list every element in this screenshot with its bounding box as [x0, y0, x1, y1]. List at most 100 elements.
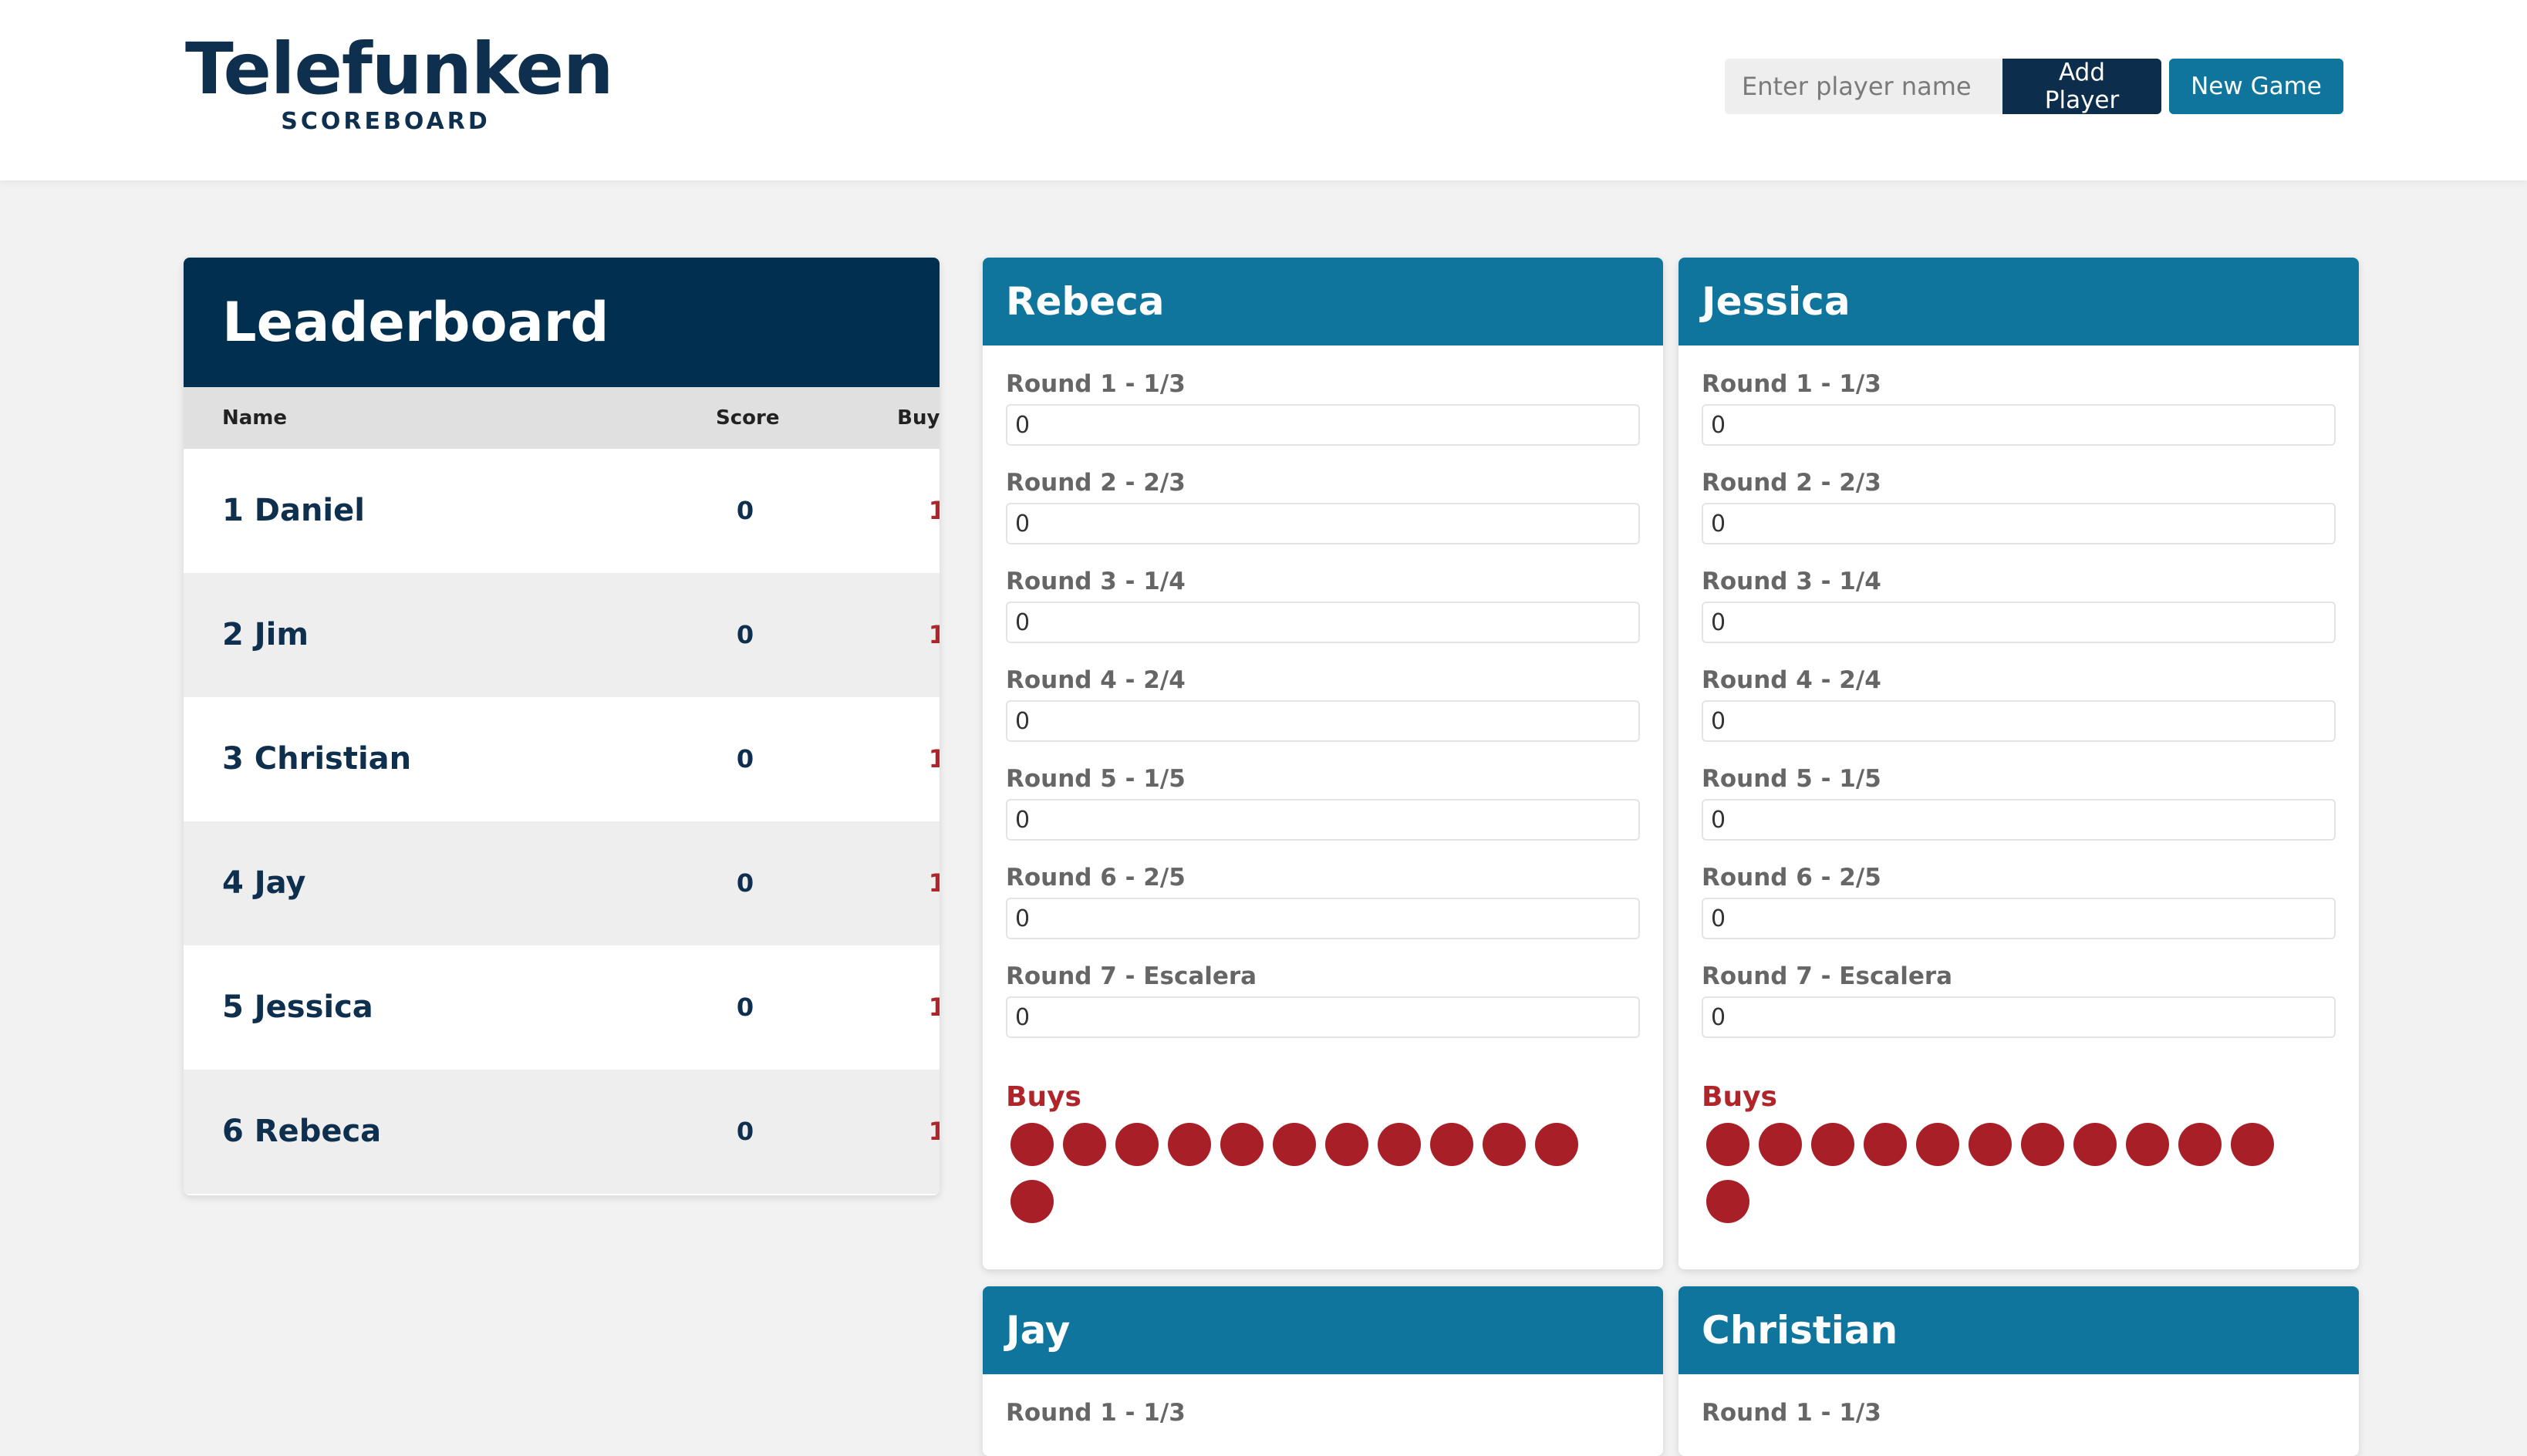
buy-token[interactable] — [1378, 1123, 1421, 1166]
buy-token[interactable] — [1969, 1123, 2012, 1166]
add-player-button[interactable]: Add Player — [2002, 59, 2161, 114]
player-card-name: Jessica — [1702, 279, 1851, 324]
buy-token[interactable] — [1706, 1180, 1749, 1223]
buy-token[interactable] — [1706, 1123, 1749, 1166]
buy-token[interactable] — [1273, 1123, 1316, 1166]
round-label: Round 5 - 1/5 — [1006, 765, 1186, 793]
buys-tokens — [1702, 1123, 2323, 1237]
round-field: Round 3 - 1/4 — [1702, 566, 2336, 665]
round-label: Round 2 - 2/3 — [1702, 469, 1881, 497]
buy-token[interactable] — [1325, 1123, 1368, 1166]
round-score-input[interactable] — [1702, 898, 2336, 939]
buys-tokens — [1006, 1123, 1628, 1237]
buy-token[interactable] — [1063, 1123, 1106, 1166]
round-label: Round 4 - 2/4 — [1702, 666, 1881, 694]
round-label: Round 4 - 2/4 — [1006, 666, 1186, 694]
buy-token[interactable] — [1483, 1123, 1526, 1166]
player-card-header: Rebeca — [983, 258, 1663, 345]
round-label: Round 3 - 1/4 — [1006, 568, 1186, 595]
buy-token[interactable] — [1220, 1123, 1264, 1166]
buy-token[interactable] — [1010, 1180, 1054, 1223]
leaderboard-row: 3 Christian012 — [184, 697, 940, 821]
buy-token[interactable] — [1811, 1123, 1854, 1166]
leaderboard-panel: Leaderboard Name Score Buys Left 1 Danie… — [184, 258, 940, 1195]
round-score-input[interactable] — [1006, 404, 1640, 446]
round-label: Round 1 - 1/3 — [1006, 370, 1186, 398]
leaderboard-title: Leaderboard — [222, 291, 609, 354]
player-card-header: Jay — [983, 1286, 1663, 1374]
buy-token[interactable] — [1430, 1123, 1473, 1166]
round-label: Round 7 - Escalera — [1006, 962, 1257, 990]
player-card-body: Round 1 - 1/3 — [1678, 1374, 2359, 1428]
buys-label: Buys — [1702, 1081, 1777, 1113]
leaderboard-row: 4 Jay012 — [184, 821, 940, 945]
player-card-header: Christian — [1678, 1286, 2359, 1374]
round-score-input[interactable] — [1702, 602, 2336, 643]
leaderboard-buys-left: 12 — [928, 744, 940, 774]
buy-token[interactable] — [1864, 1123, 1907, 1166]
round-score-input[interactable] — [1006, 602, 1640, 643]
leaderboard-buys-left: 12 — [928, 496, 940, 525]
round-score-input[interactable] — [1702, 700, 2336, 742]
round-score-input[interactable] — [1006, 898, 1640, 939]
player-card-body: Round 1 - 1/3 Round 2 - 2/3 Round 3 - 1/4 R… — [1678, 345, 2359, 1237]
player-card-name: Jay — [1006, 1308, 1071, 1353]
round-field: Round 2 - 2/3 — [1006, 467, 1640, 566]
column-header-name: Name — [222, 406, 288, 430]
round-label: Round 7 - Escalera — [1702, 962, 1953, 990]
round-score-input[interactable] — [1702, 503, 2336, 544]
round-score-input[interactable] — [1702, 799, 2336, 841]
buy-token[interactable] — [2231, 1123, 2274, 1166]
buy-token[interactable] — [1759, 1123, 1802, 1166]
leaderboard-row: 1 Daniel012 — [184, 449, 940, 573]
buy-token[interactable] — [2178, 1123, 2222, 1166]
column-header-buys-left: Buys Left — [897, 406, 940, 430]
player-card-body: Round 1 - 1/3 — [983, 1374, 1663, 1428]
buy-token[interactable] — [1115, 1123, 1159, 1166]
buy-token[interactable] — [1535, 1123, 1578, 1166]
app-header: Telefunken SCOREBOARD Add Player New Gam… — [0, 0, 2527, 180]
leaderboard-rows: 1 Daniel0122 Jim0123 Christian0124 Jay01… — [184, 449, 940, 1194]
round-field: Round 5 - 1/5 — [1702, 763, 2336, 862]
leaderboard-buys-left: 12 — [928, 620, 940, 649]
player-card: Jay Round 1 - 1/3 — [983, 1286, 1663, 1456]
round-field: Round 6 - 2/5 — [1702, 862, 2336, 961]
round-score-input[interactable] — [1006, 503, 1640, 544]
buy-token[interactable] — [2021, 1123, 2064, 1166]
buy-token[interactable] — [1010, 1123, 1054, 1166]
buys-label: Buys — [1006, 1081, 1081, 1113]
leaderboard-row: 6 Rebeca012 — [184, 1070, 940, 1194]
round-label: Round 2 - 2/3 — [1006, 469, 1186, 497]
round-field: Round 7 - Escalera — [1006, 961, 1640, 1060]
round-label: Round 1 - 1/3 — [1006, 1399, 1186, 1427]
buy-token[interactable] — [2126, 1123, 2169, 1166]
player-name-input[interactable] — [1725, 59, 2002, 114]
brand-logo: Telefunken SCOREBOARD — [185, 28, 614, 136]
buy-token[interactable] — [2073, 1123, 2117, 1166]
round-label: Round 6 - 2/5 — [1006, 864, 1186, 891]
round-label: Round 5 - 1/5 — [1702, 765, 1881, 793]
round-field: Round 4 - 2/4 — [1006, 665, 1640, 763]
player-card-body: Round 1 - 1/3 Round 2 - 2/3 Round 3 - 1/4 R… — [983, 345, 1663, 1237]
round-field: Round 7 - Escalera — [1702, 961, 2336, 1060]
round-label: Round 1 - 1/3 — [1702, 1399, 1881, 1427]
round-score-input[interactable] — [1006, 996, 1640, 1038]
leaderboard-header: Leaderboard — [184, 258, 940, 387]
leaderboard-row: 2 Jim012 — [184, 573, 940, 697]
round-label: Round 3 - 1/4 — [1702, 568, 1881, 595]
new-game-button[interactable]: New Game — [2169, 59, 2343, 114]
round-score-input[interactable] — [1006, 700, 1640, 742]
leaderboard-row: 5 Jessica012 — [184, 945, 940, 1070]
round-score-input[interactable] — [1702, 404, 2336, 446]
round-field: Round 5 - 1/5 — [1006, 763, 1640, 862]
buy-token[interactable] — [1168, 1123, 1211, 1166]
round-field: Round 1 - 1/3 — [1702, 369, 2336, 467]
leaderboard-buys-left: 12 — [928, 993, 940, 1022]
leaderboard-column-headers: Name Score Buys Left — [184, 387, 940, 449]
brand-title: Telefunken — [185, 28, 614, 110]
round-label: Round 1 - 1/3 — [1702, 370, 1881, 398]
round-score-input[interactable] — [1702, 996, 2336, 1038]
brand-subtitle: SCOREBOARD — [281, 108, 491, 135]
buy-token[interactable] — [1916, 1123, 1959, 1166]
round-score-input[interactable] — [1006, 799, 1640, 841]
